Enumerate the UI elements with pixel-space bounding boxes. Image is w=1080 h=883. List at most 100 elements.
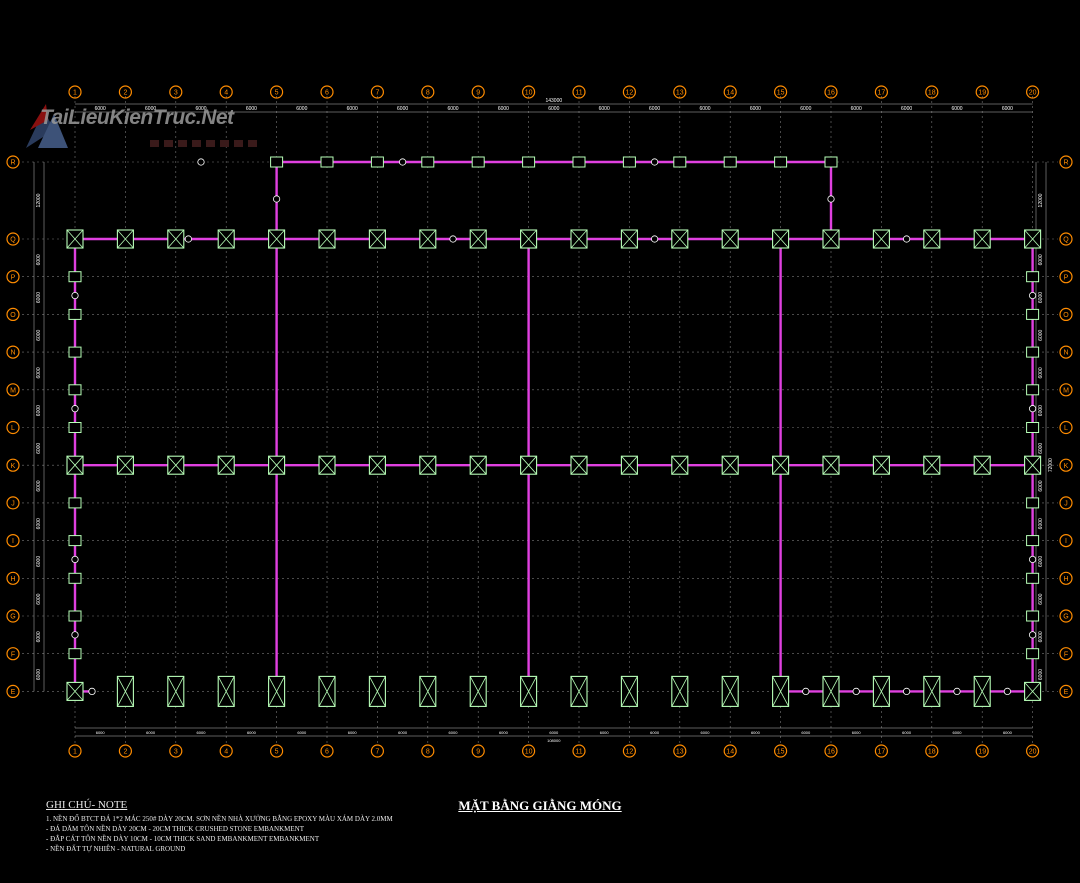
grid-bubble-label: 6: [325, 90, 329, 97]
grid-bubble-label: F: [1064, 651, 1068, 658]
tie-beams: [71, 158, 1037, 696]
beam-tag-marker: [827, 195, 835, 203]
dimension-label: 6000: [1038, 254, 1044, 265]
dimension-label: 6000: [348, 730, 358, 735]
beam-tag-marker: [1003, 687, 1012, 696]
column-small: [572, 156, 586, 168]
grid-bubble-label: 17: [878, 749, 886, 756]
watermark-dots: [150, 140, 257, 147]
column-small: [1026, 648, 1040, 660]
beam-tag-marker: [902, 235, 911, 243]
dimension-label: 6000: [1002, 106, 1013, 112]
dimension-label: 6000: [800, 106, 811, 112]
column-small: [68, 422, 82, 433]
dimension-label: 6000: [852, 730, 862, 735]
column-small: [673, 156, 687, 168]
beam-tag-marker: [852, 687, 860, 696]
grid-bubble-label: 13: [676, 90, 684, 97]
dimension-label: 6000: [649, 106, 660, 112]
column-small: [622, 156, 636, 168]
column-small: [723, 156, 737, 168]
beam-tag-marker: [71, 555, 79, 564]
dimension-label: 6000: [1038, 669, 1044, 680]
grid-bubble-label: 8: [426, 90, 430, 97]
column-small: [1026, 497, 1040, 509]
grid-bubble-label: R: [10, 160, 15, 167]
dimension-label: 6000: [1038, 367, 1044, 378]
grid-bubble-label: M: [1063, 387, 1069, 394]
dimension-label: 6000: [449, 730, 459, 735]
grid-bubble-label: J: [11, 501, 15, 508]
grid-bubble-label: G: [10, 614, 15, 621]
grid-bubble-label: F: [11, 651, 15, 658]
dimension-label: 6000: [801, 730, 811, 735]
beam-tag-marker: [650, 158, 659, 166]
grid-bubble-label: J: [1064, 501, 1068, 508]
dimension-label: 6000: [750, 106, 761, 112]
grid-bubble-label: K: [11, 463, 16, 470]
dimension-label: 108000: [547, 738, 561, 743]
grid-bubble-label: H: [1063, 576, 1068, 583]
column-small: [1026, 271, 1040, 283]
grid-bubble-label: G: [1063, 614, 1068, 621]
grid-bubble-label: 5: [275, 90, 279, 97]
beam-tag-marker: [650, 235, 659, 243]
dimension-label: 6000: [1038, 556, 1044, 567]
beam-tag-marker: [197, 158, 205, 166]
grid-bubble-label: R: [1063, 160, 1068, 167]
grid-bubble-label: 15: [777, 90, 785, 97]
grid-bubble-label: 10: [525, 749, 533, 756]
dimension-label: 6000: [953, 730, 963, 735]
dimension-label: 6000: [398, 730, 408, 735]
grid-lines: [22, 96, 1058, 745]
grid-bubble-label: 20: [1029, 90, 1037, 97]
dimension-label: 6000: [347, 106, 358, 112]
grid-bubble-label: N: [10, 350, 15, 357]
column-small: [68, 610, 82, 622]
dimension-label: 6000: [397, 106, 408, 112]
dimension-label: 6000: [36, 593, 42, 604]
dimension-label: 6000: [1038, 329, 1044, 340]
beam-tag-marker: [71, 291, 79, 300]
grid-bubble-label: Q: [1063, 237, 1069, 244]
grid-bubble-label: 14: [726, 90, 734, 97]
grid-bubble-label: 9: [476, 90, 480, 97]
grid-bubble-label: I: [12, 538, 14, 545]
column-small: [1026, 572, 1040, 584]
dimension-label: 12000: [1038, 193, 1044, 207]
dimension-label: 6000: [36, 254, 42, 265]
dimension-lines: 6000 6000 6000 6000 6000 6000 6000 6000 6000 6000…: [33, 98, 1054, 743]
grid-bubble-label: 7: [375, 90, 379, 97]
grid-bubble-label: 8: [426, 749, 430, 756]
column-small: [270, 156, 284, 168]
beam-tag-marker: [184, 235, 192, 243]
dimension-label: 6000: [197, 730, 207, 735]
dimension-label: 6000: [751, 730, 761, 735]
note-line: - ĐÁ DĂM TÔN NỀN DÀY 20CM - 20CM THICK C…: [46, 825, 304, 833]
grid-bubble-label: 9: [476, 749, 480, 756]
grid-bubble-label: 20: [1029, 749, 1037, 756]
grid-bubble-label: E: [11, 689, 16, 696]
dimension-label: 6000: [701, 730, 711, 735]
dimension-label: 6000: [548, 106, 559, 112]
grid-bubble-label: 10: [525, 90, 533, 97]
dimension-label: 6000: [1038, 631, 1044, 642]
column-small: [68, 497, 82, 509]
notes-heading: GHI CHÚ- NOTE: [46, 799, 128, 811]
grid-bubble-label: L: [11, 425, 15, 432]
dimension-label: 6000: [851, 106, 862, 112]
dimension-label: 143000: [545, 98, 562, 104]
dimension-label: 6000: [247, 730, 257, 735]
dimension-label: 6000: [499, 730, 509, 735]
column-small: [1026, 308, 1040, 320]
beam-tag-marker: [802, 687, 810, 696]
grid-bubble-label: M: [10, 387, 16, 394]
dimension-label: 6000: [36, 292, 42, 303]
grid-bubble-label: 2: [123, 749, 127, 756]
dimension-label: 6000: [1038, 593, 1044, 604]
grid-bubble-label: 4: [224, 90, 228, 97]
dimension-label: 6000: [1038, 405, 1044, 416]
beam-tag-marker: [1029, 555, 1037, 564]
column-small: [68, 384, 82, 396]
dimension-label: 72000: [1048, 458, 1054, 472]
